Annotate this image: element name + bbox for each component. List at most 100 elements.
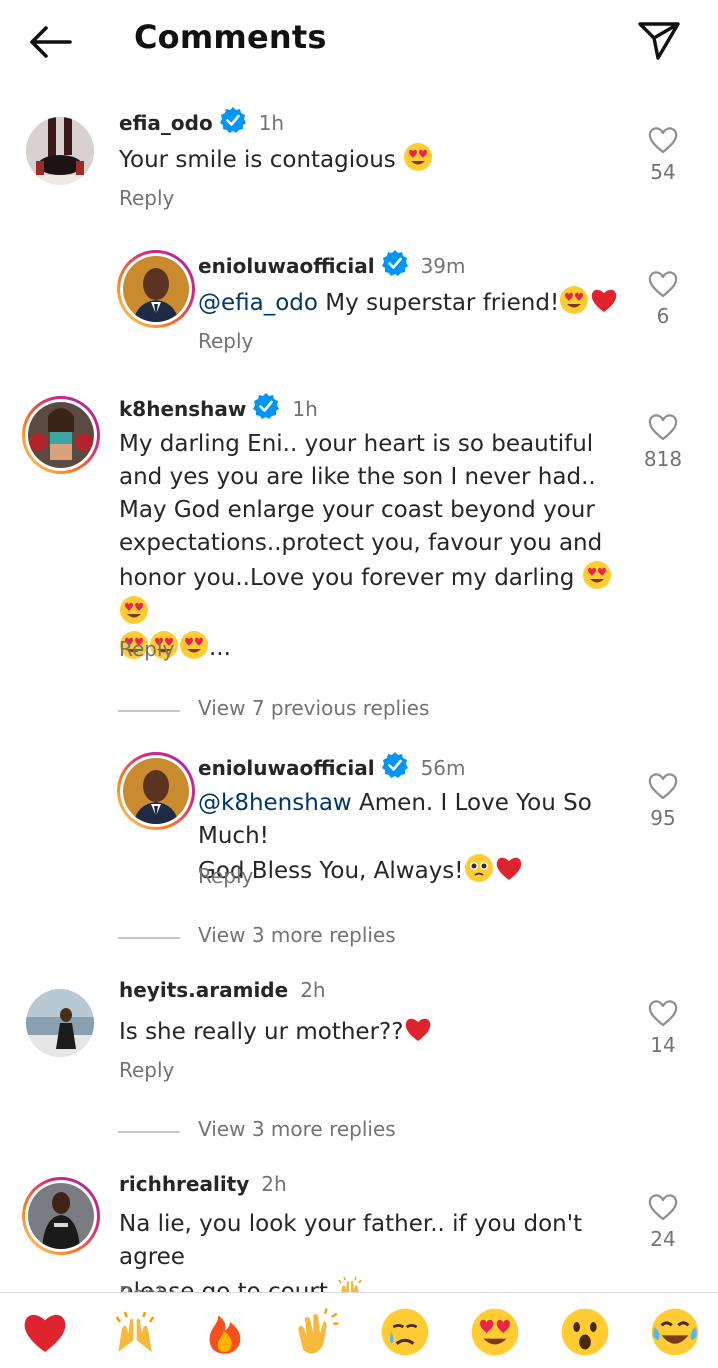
comment-text: My darling Eni.. your heart is so beauti… xyxy=(119,428,629,665)
crying-face-icon[interactable] xyxy=(380,1307,430,1357)
timestamp: 39m xyxy=(420,254,466,278)
username[interactable]: enioluwaofficial xyxy=(198,254,375,278)
heart-outline-icon[interactable] xyxy=(647,268,679,298)
verified-badge-icon xyxy=(380,249,409,277)
heart-outline-icon[interactable] xyxy=(647,997,679,1027)
avatar[interactable] xyxy=(22,1177,100,1255)
comment-line: honor you..Love you forever my darling xyxy=(119,565,575,591)
comment-line: Na lie, you look your father.. if you do… xyxy=(119,1211,583,1270)
timestamp: 1h xyxy=(292,397,318,421)
comment-line-with-emoji: honor you..Love you forever my darling xyxy=(119,560,629,630)
like-control: 818 xyxy=(638,411,688,471)
raising-hands-icon[interactable] xyxy=(110,1307,160,1357)
comment-text: Is she really ur mother?? xyxy=(119,1014,433,1049)
timestamp: 1h xyxy=(258,111,285,135)
thread-divider xyxy=(118,1131,180,1133)
like-count: 95 xyxy=(650,806,676,830)
comment-line: May God enlarge your coast beyond your xyxy=(119,497,595,523)
avatar[interactable] xyxy=(117,250,195,328)
like-control: 14 xyxy=(638,997,688,1057)
like-count: 6 xyxy=(656,304,670,328)
username[interactable]: enioluwaofficial xyxy=(198,756,375,780)
comment-meta: enioluwaofficial 56m xyxy=(198,751,466,780)
username[interactable]: heyits.aramide xyxy=(119,978,288,1002)
page-title: Comments xyxy=(134,18,327,56)
emoji-line: ... xyxy=(119,630,629,665)
heart-outline-icon[interactable] xyxy=(647,411,679,441)
username[interactable]: efia_odo xyxy=(119,111,213,135)
send-icon[interactable] xyxy=(636,20,682,62)
like-control: 24 xyxy=(638,1191,688,1251)
verified-badge-icon xyxy=(218,106,247,134)
red-heart-emoji-icon xyxy=(589,285,619,315)
reply-button[interactable]: Reply xyxy=(198,864,253,888)
comment-meta: k8henshaw 1h xyxy=(119,392,318,421)
heart-eyes-emoji-icon xyxy=(582,560,612,590)
comment-line: God Bless You, Always! xyxy=(198,853,628,888)
comment-line: My darling Eni.. your heart is so beauti… xyxy=(119,431,594,457)
heart-outline-icon[interactable] xyxy=(647,1191,679,1221)
like-count: 54 xyxy=(650,160,676,184)
reply-button[interactable]: Reply xyxy=(119,1058,174,1082)
timestamp: 2h xyxy=(300,978,326,1002)
view-more-replies-button[interactable]: View 3 more replies xyxy=(118,1117,438,1147)
teary-face-emoji-icon xyxy=(463,853,494,883)
like-count: 818 xyxy=(643,447,683,471)
heart-eyes-emoji-icon xyxy=(119,595,149,625)
red-heart-icon[interactable] xyxy=(20,1307,70,1357)
comment-meta: enioluwaofficial 39m xyxy=(198,249,466,278)
view-more-replies-button[interactable]: View 3 more replies xyxy=(118,923,438,953)
comment-text-content: Your smile is contagious xyxy=(119,147,396,173)
surprised-face-icon[interactable] xyxy=(560,1307,610,1357)
view-previous-replies-button[interactable]: View 7 previous replies xyxy=(118,696,438,726)
thread-divider xyxy=(118,937,180,939)
reply-button[interactable]: Reply xyxy=(119,186,174,210)
avatar[interactable] xyxy=(117,752,195,830)
thread-divider xyxy=(118,710,180,712)
avatar[interactable] xyxy=(22,396,100,474)
comment-meta: efia_odo 1h xyxy=(119,106,284,135)
comment-text: Your smile is contagious xyxy=(119,142,433,177)
comments-feed[interactable]: efia_odo 1h Your smile is contagious Repl… xyxy=(0,84,718,1292)
mention-link[interactable]: @k8henshaw xyxy=(198,790,352,816)
heart-eyes-icon[interactable] xyxy=(470,1307,520,1357)
avatar-photo xyxy=(28,1183,94,1249)
avatar-photo xyxy=(123,256,189,322)
heart-outline-icon[interactable] xyxy=(647,770,679,800)
comment-line: and yes you are like the son I never had… xyxy=(119,464,596,490)
fire-icon[interactable] xyxy=(200,1307,250,1357)
quick-reaction-bar xyxy=(0,1292,718,1368)
reply-button[interactable]: Reply xyxy=(119,637,174,661)
avatar[interactable] xyxy=(26,989,94,1057)
comment-line: @k8henshaw Amen. I Love You So Much! xyxy=(198,787,628,853)
reply-button[interactable]: Reply xyxy=(198,329,253,353)
comment-meta: heyits.aramide 2h xyxy=(119,978,326,1002)
comment-line-with-emoji: please go to court xyxy=(119,1274,629,1292)
comment-text-content: My superstar friend! xyxy=(325,290,560,316)
avatar-photo xyxy=(28,402,94,468)
username[interactable]: richhreality xyxy=(119,1172,249,1196)
avatar[interactable] xyxy=(26,117,94,185)
heart-eyes-emoji-icon xyxy=(179,630,209,660)
clapping-hands-icon[interactable] xyxy=(290,1307,340,1357)
verified-badge-icon xyxy=(252,392,281,420)
back-arrow-icon[interactable] xyxy=(28,22,76,62)
heart-outline-icon[interactable] xyxy=(647,124,679,154)
heart-eyes-emoji-icon xyxy=(403,142,433,172)
comment-text: Na lie, you look your father.. if you do… xyxy=(119,1208,629,1292)
red-heart-emoji-icon xyxy=(403,1014,433,1044)
verified-badge-icon xyxy=(380,751,409,779)
comment-text: @k8henshaw Amen. I Love You So Much! God… xyxy=(198,787,628,888)
comment-meta: richhreality 2h xyxy=(119,1172,287,1196)
ellipsis: ... xyxy=(209,635,231,661)
username[interactable]: k8henshaw xyxy=(119,397,246,421)
comment-text: @efia_odo My superstar friend! xyxy=(198,285,619,320)
tears-of-joy-icon[interactable] xyxy=(650,1307,700,1357)
comment-line: expectations..protect you, favour you an… xyxy=(119,530,603,556)
like-count: 24 xyxy=(650,1227,676,1251)
avatar-photo xyxy=(123,758,189,824)
mention-link[interactable]: @efia_odo xyxy=(198,290,318,316)
reply-button[interactable]: Reply xyxy=(119,1282,174,1292)
like-count: 14 xyxy=(650,1033,676,1057)
like-control: 6 xyxy=(638,268,688,328)
